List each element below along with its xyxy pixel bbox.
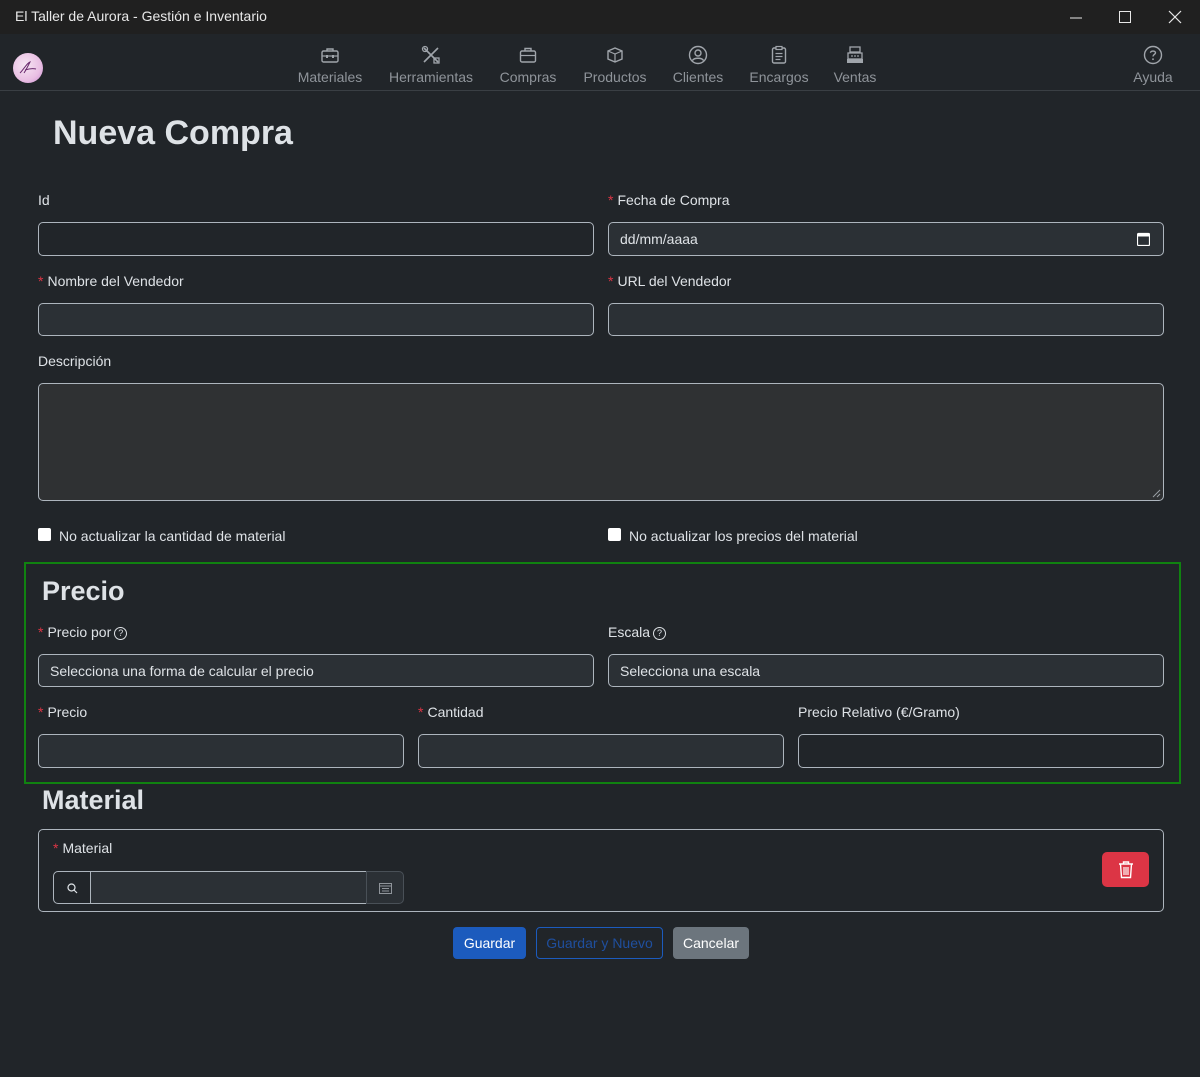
nav-item-encargos[interactable]: Encargos <box>748 41 810 85</box>
nav-item-productos[interactable]: Productos <box>581 41 649 85</box>
precio-text: Precio <box>47 704 88 720</box>
cancelar-button[interactable]: Cancelar <box>673 927 749 959</box>
required-mark: * <box>418 704 424 720</box>
calendar-icon[interactable] <box>1137 232 1150 246</box>
maximize-button[interactable] <box>1102 0 1148 34</box>
no-actualizar-precios-label: No actualizar los precios del material <box>629 528 858 544</box>
precio-field[interactable] <box>38 734 404 768</box>
close-button[interactable] <box>1152 0 1198 34</box>
nav-item-materiales[interactable]: Materiales <box>296 41 364 85</box>
precio-label: * Precio <box>38 704 87 720</box>
required-mark: * <box>38 704 44 720</box>
page-title: Nueva Compra <box>53 114 293 152</box>
nav-label-clientes: Clientes <box>672 69 724 85</box>
escala-value: Selecciona una escala <box>620 663 761 679</box>
nav-label-materiales: Materiales <box>297 69 363 85</box>
delete-material-button[interactable] <box>1102 852 1149 887</box>
required-mark: * <box>38 273 44 289</box>
user-circle-icon <box>688 45 708 65</box>
escala-text: Escala <box>608 624 651 640</box>
material-search-group <box>53 871 404 904</box>
required-mark: * <box>38 624 44 640</box>
app-logo[interactable] <box>13 53 43 83</box>
nombre-vendedor-label: * Nombre del Vendedor <box>38 273 184 289</box>
minimize-button[interactable] <box>1053 0 1099 34</box>
nav-label-ventas: Ventas <box>833 69 877 85</box>
precio-por-select[interactable]: Selecciona una forma de calcular el prec… <box>38 654 594 687</box>
nav-label-herramientas: Herramientas <box>388 69 474 85</box>
search-icon <box>67 883 78 894</box>
cantidad-label: * Cantidad <box>418 704 484 720</box>
box-icon <box>607 47 623 63</box>
fecha-compra-text: Fecha de Compra <box>617 192 730 208</box>
material-label: * Material <box>53 840 112 856</box>
precio-por-value: Selecciona una forma de calcular el prec… <box>50 663 314 679</box>
question-circle-icon <box>1143 45 1163 65</box>
clipboard-icon <box>771 45 787 64</box>
precio-relativo-label: Precio Relativo (€/Gramo) <box>798 704 960 720</box>
nav-item-clientes[interactable]: Clientes <box>670 41 726 85</box>
id-label: Id <box>38 192 50 208</box>
trash-icon <box>1118 861 1133 879</box>
cash-register-icon <box>847 46 863 63</box>
nombre-vendedor-text: Nombre del Vendedor <box>47 273 184 289</box>
descripcion-label: Descripción <box>38 353 112 369</box>
material-search-input[interactable] <box>90 871 367 904</box>
fecha-compra-label: * Fecha de Compra <box>608 192 730 208</box>
top-navigation: Materiales Herramientas Compras Producto… <box>0 34 1200 91</box>
material-text: Material <box>62 840 113 856</box>
url-vendedor-label: * URL del Vendedor <box>608 273 731 289</box>
help-icon[interactable]: ? <box>114 626 128 640</box>
nav-label-encargos: Encargos <box>749 69 809 85</box>
window-title: El Taller de Aurora - Gestión e Inventar… <box>15 8 267 24</box>
help-icon[interactable]: ? <box>653 626 667 640</box>
list-window-icon <box>379 883 392 894</box>
url-vendedor-text: URL del Vendedor <box>617 273 732 289</box>
precio-heading: Precio <box>42 576 125 606</box>
descripcion-textarea[interactable] <box>38 383 1164 501</box>
no-actualizar-cantidad-checkbox[interactable] <box>38 528 51 541</box>
material-heading: Material <box>42 785 145 815</box>
tools-icon <box>421 45 440 64</box>
precio-por-label: * Precio por? <box>38 624 128 640</box>
nav-item-ventas[interactable]: Ventas <box>831 41 879 85</box>
search-button[interactable] <box>53 871 91 904</box>
nav-label-compras: Compras <box>499 69 557 85</box>
no-actualizar-cantidad-label: No actualizar la cantidad de material <box>59 528 286 544</box>
toolbox-icon <box>321 48 339 63</box>
material-list-button[interactable] <box>366 871 404 904</box>
required-mark: * <box>608 192 614 208</box>
maximize-icon <box>1119 11 1131 23</box>
nav-item-compras[interactable]: Compras <box>497 41 559 85</box>
required-mark: * <box>608 273 614 289</box>
signature-logo-icon <box>19 61 37 74</box>
fecha-compra-value: dd/mm/aaaa <box>620 231 698 247</box>
precio-relativo-field[interactable] <box>798 734 1164 768</box>
nav-label-ayuda: Ayuda <box>1133 69 1173 85</box>
escala-select[interactable]: Selecciona una escala <box>608 654 1164 687</box>
guardar-y-nuevo-button[interactable]: Guardar y Nuevo <box>536 927 663 959</box>
escala-label: Escala? <box>608 624 667 640</box>
close-icon <box>1168 10 1182 24</box>
nav-item-herramientas[interactable]: Herramientas <box>388 41 474 85</box>
nombre-vendedor-field[interactable] <box>38 303 594 336</box>
url-vendedor-field[interactable] <box>608 303 1164 336</box>
briefcase-icon <box>519 47 537 63</box>
cantidad-field[interactable] <box>418 734 784 768</box>
precio-por-text: Precio por <box>47 624 112 640</box>
cantidad-text: Cantidad <box>427 704 484 720</box>
fecha-compra-field[interactable]: dd/mm/aaaa <box>608 222 1164 256</box>
required-mark: * <box>53 840 59 856</box>
id-field[interactable] <box>38 222 594 256</box>
window-titlebar: El Taller de Aurora - Gestión e Inventar… <box>0 0 1200 34</box>
no-actualizar-precios-checkbox[interactable] <box>608 528 621 541</box>
nav-label-productos: Productos <box>583 69 647 85</box>
minimize-icon <box>1070 17 1082 19</box>
guardar-button[interactable]: Guardar <box>453 927 526 959</box>
nav-item-ayuda[interactable]: Ayuda <box>1130 41 1176 85</box>
resize-handle-icon[interactable] <box>1151 488 1161 498</box>
